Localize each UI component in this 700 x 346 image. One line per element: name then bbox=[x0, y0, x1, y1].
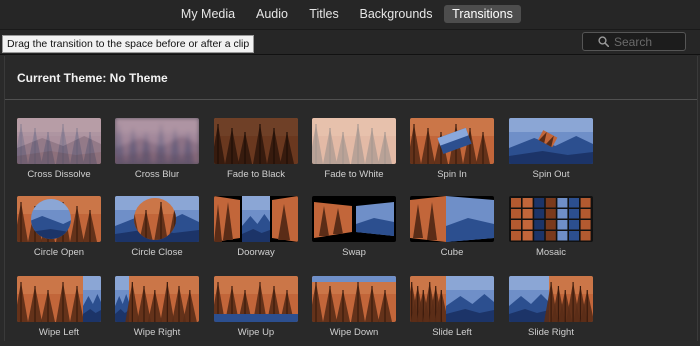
transition-thumbnail bbox=[410, 118, 494, 164]
transition-label: Fade to White bbox=[324, 169, 384, 180]
tab-titles[interactable]: Titles bbox=[302, 5, 346, 23]
transition-label: Circle Close bbox=[131, 247, 183, 258]
transition-label: Mosaic bbox=[535, 247, 567, 258]
transition-thumbnail bbox=[214, 276, 298, 322]
tab-my-media[interactable]: My Media bbox=[176, 5, 240, 23]
transition-item-cross-blur[interactable]: Cross Blur bbox=[115, 118, 199, 188]
transition-label: Doorway bbox=[237, 247, 275, 258]
transition-label: Spin Out bbox=[532, 169, 570, 180]
tab-transitions[interactable]: Transitions bbox=[444, 5, 521, 23]
transition-label: Swap bbox=[342, 247, 366, 258]
transition-item-spin-in[interactable]: Spin In bbox=[410, 118, 494, 188]
transition-item-doorway[interactable]: Doorway bbox=[214, 196, 298, 266]
tab-backgrounds[interactable]: Backgrounds bbox=[356, 5, 436, 23]
transition-item-wipe-left[interactable]: Wipe Left bbox=[17, 276, 101, 346]
transition-label: Wipe Right bbox=[133, 327, 181, 338]
transition-item-circle-close[interactable]: Circle Close bbox=[115, 196, 199, 266]
transition-label: Wipe Left bbox=[38, 327, 80, 338]
search-input[interactable] bbox=[614, 33, 682, 50]
transition-thumbnail bbox=[410, 276, 494, 322]
transition-label: Slide Right bbox=[528, 327, 574, 338]
transition-thumbnail bbox=[509, 118, 593, 164]
transition-thumbnail bbox=[115, 196, 199, 242]
transition-thumbnail bbox=[312, 276, 396, 322]
transition-thumbnail bbox=[115, 118, 199, 164]
transition-thumbnail bbox=[509, 196, 593, 242]
section-divider bbox=[5, 99, 697, 100]
transition-thumbnail bbox=[17, 276, 101, 322]
transition-item-swap[interactable]: Swap bbox=[312, 196, 396, 266]
transition-thumbnail bbox=[17, 118, 101, 164]
transition-item-fade-black[interactable]: Fade to Black bbox=[214, 118, 298, 188]
transition-thumbnail bbox=[115, 276, 199, 322]
transition-label: Circle Open bbox=[33, 247, 85, 258]
transition-label: Cross Blur bbox=[134, 169, 180, 180]
transition-label: Cube bbox=[440, 247, 464, 258]
drag-hint-tooltip: Drag the transition to the space before … bbox=[2, 35, 255, 53]
transition-item-wipe-down[interactable]: Wipe Down bbox=[312, 276, 396, 346]
transition-label: Cross Dissolve bbox=[27, 169, 91, 180]
search-field[interactable] bbox=[582, 32, 686, 51]
transition-item-spin-out[interactable]: Spin Out bbox=[509, 118, 593, 188]
transition-item-wipe-right[interactable]: Wipe Right bbox=[115, 276, 199, 346]
transition-thumbnail bbox=[214, 196, 298, 242]
transitions-browser: Current Theme: No Theme Cross Dissolve Cr… bbox=[4, 56, 698, 341]
transition-label: Spin In bbox=[437, 169, 467, 180]
transition-item-wipe-up[interactable]: Wipe Up bbox=[214, 276, 298, 346]
transition-thumbnail bbox=[214, 118, 298, 164]
media-tab-bar: My Media Audio Titles Backgrounds Transi… bbox=[0, 0, 700, 30]
current-theme-heading: Current Theme: No Theme bbox=[17, 71, 168, 85]
transition-thumbnail bbox=[312, 196, 396, 242]
transition-thumbnail bbox=[509, 276, 593, 322]
transition-item-cube[interactable]: Cube bbox=[410, 196, 494, 266]
transition-label: Wipe Up bbox=[237, 327, 275, 338]
transition-label: Slide Left bbox=[432, 327, 472, 338]
transition-item-slide-right[interactable]: Slide Right bbox=[509, 276, 593, 346]
transition-thumbnail bbox=[410, 196, 494, 242]
transition-thumbnail bbox=[312, 118, 396, 164]
transition-item-slide-left[interactable]: Slide Left bbox=[410, 276, 494, 346]
transition-item-cross-dissolve[interactable]: Cross Dissolve bbox=[17, 118, 101, 188]
transition-thumbnail bbox=[17, 196, 101, 242]
tab-audio[interactable]: Audio bbox=[250, 5, 294, 23]
transition-item-fade-white[interactable]: Fade to White bbox=[312, 118, 396, 188]
transition-label: Wipe Down bbox=[329, 327, 379, 338]
search-icon bbox=[598, 36, 609, 47]
transition-item-mosaic[interactable]: Mosaic bbox=[509, 196, 593, 266]
transition-label: Fade to Black bbox=[226, 169, 286, 180]
transition-item-circle-open[interactable]: Circle Open bbox=[17, 196, 101, 266]
